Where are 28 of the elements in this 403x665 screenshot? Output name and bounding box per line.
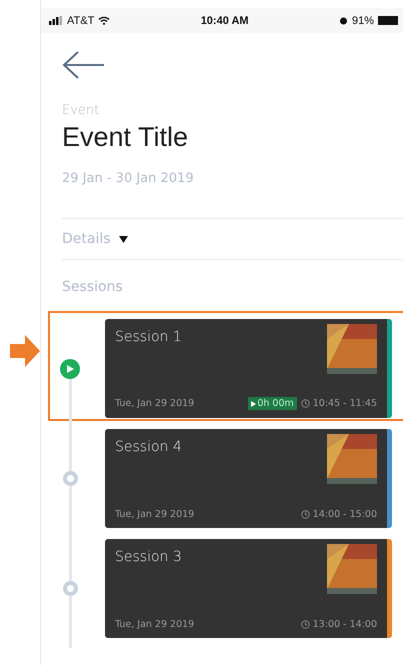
- session-title: Session 4: [115, 439, 182, 455]
- event-label: Event: [62, 103, 100, 118]
- back-arrow-icon[interactable]: [62, 50, 106, 80]
- session-card[interactable]: Session 1 Tue, Jan 29 2019 0h 00m 10:45 - 11:45: [105, 319, 392, 418]
- sessions-heading: Sessions: [62, 279, 124, 295]
- session-time: 10:45 - 11:45: [312, 398, 377, 409]
- wifi-icon: [98, 16, 110, 25]
- session-title: Session 3: [115, 549, 182, 565]
- pointer-arrow-icon: [10, 335, 40, 367]
- carrier-label: AT&T: [67, 14, 94, 26]
- event-title: Event Title: [62, 122, 190, 153]
- event-dates: 29 Jan - 30 Jan 2019: [62, 171, 195, 186]
- clock-icon: [300, 510, 310, 519]
- clock-icon: [300, 620, 310, 629]
- timer-badge: 0h 00m: [248, 397, 297, 410]
- session-card[interactable]: Session 4 Tue, Jan 29 2019 14:00 - 15:00: [105, 429, 392, 528]
- session-date: Tue, Jan 29 2019: [115, 619, 194, 630]
- battery-percent: 91%: [352, 14, 374, 26]
- session-time: 13:00 - 14:00: [312, 619, 377, 630]
- signal-icon: [49, 16, 63, 25]
- session-time: 14:00 - 15:00: [312, 509, 377, 520]
- clock-time: 10:40 AM: [200, 14, 249, 26]
- battery-icon: [378, 16, 398, 25]
- session-date: Tue, Jan 29 2019: [115, 398, 194, 409]
- session-title: Session 1: [115, 329, 182, 345]
- session-date: Tue, Jan 29 2019: [115, 509, 194, 520]
- clock-icon: [300, 399, 310, 408]
- session-card[interactable]: Session 3 Tue, Jan 29 2019 13:00 - 14:00: [105, 539, 392, 638]
